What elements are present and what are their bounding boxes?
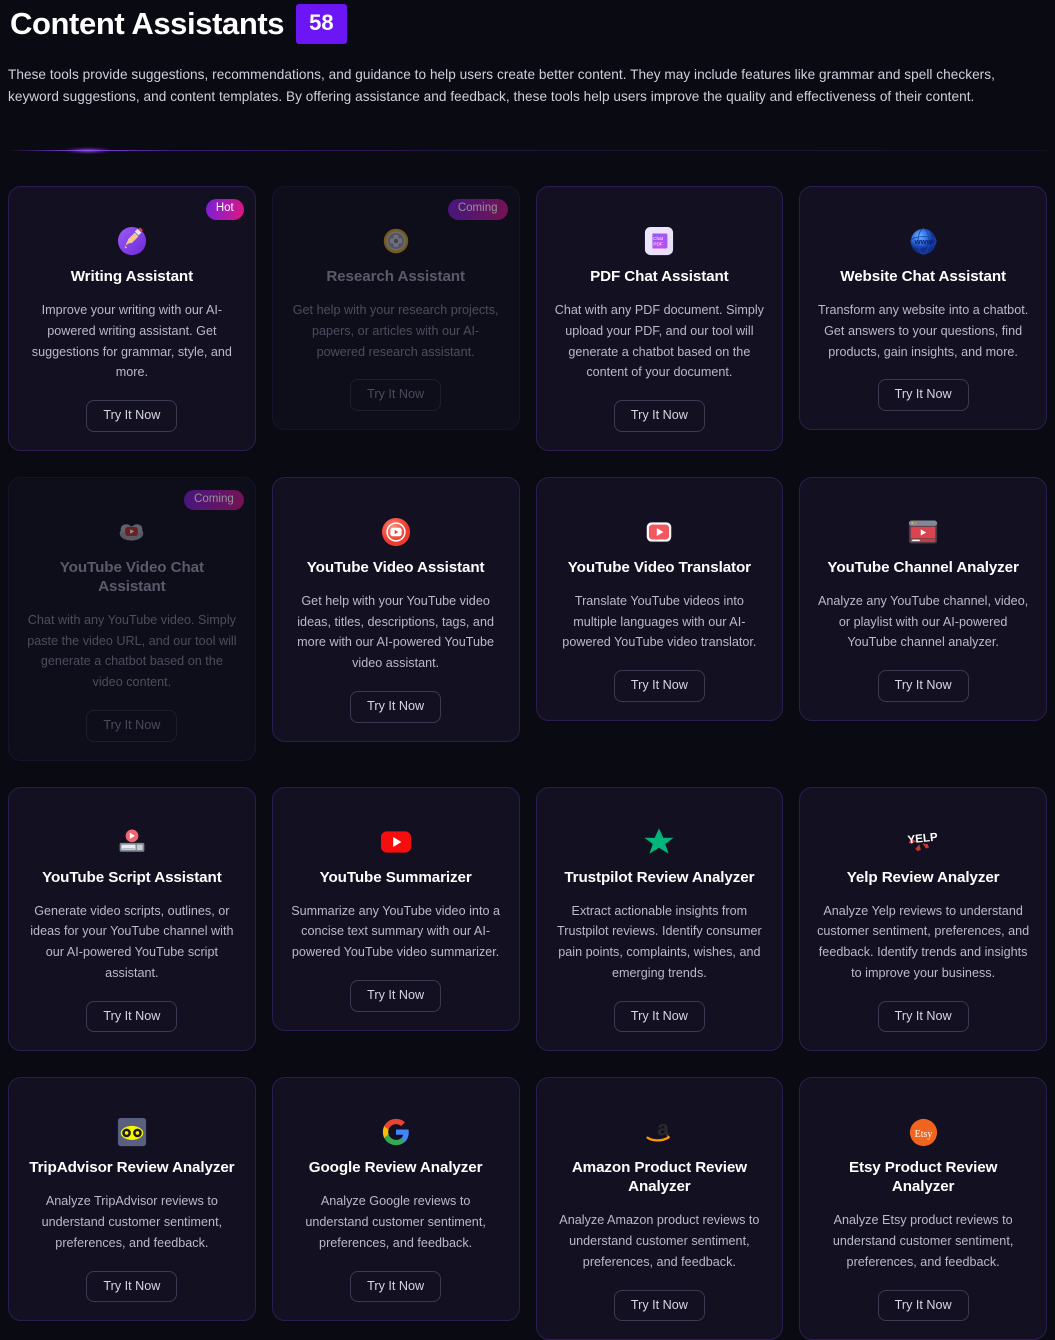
- card-description: Summarize any YouTube video into a conci…: [291, 903, 501, 960]
- tool-card[interactable]: a Amazon Product Review Analyzer Analyze A…: [535, 1077, 784, 1340]
- yelp-logo-icon: YELP: [907, 826, 939, 858]
- try-it-now-button[interactable]: Try It Now: [613, 1289, 705, 1322]
- card-description: Transform any website into a chatbot. Ge…: [817, 303, 1029, 359]
- tool-card[interactable]: Etsy Etsy Product Review Analyzer Analyze …: [799, 1077, 1047, 1340]
- tool-card[interactable]: YouTube Video Translator Translate YouTub…: [535, 476, 784, 721]
- card-badge-hot: Hot: [205, 199, 244, 220]
- card-title: YouTube Script Assistant: [42, 868, 222, 886]
- card-description: Analyze Amazon product reviews to unders…: [559, 1213, 760, 1269]
- try-it-now-button[interactable]: Try It Now: [877, 1000, 969, 1033]
- tool-card-grid: Hot Writing Assistant Improve your writing…: [8, 186, 1047, 1340]
- card-title: PDF Chat Assistant: [590, 268, 729, 285]
- card-description: Chat with any PDF document. Simply uploa…: [554, 303, 764, 380]
- card-title: Amazon Product Review Analyzer: [571, 1159, 747, 1196]
- card-description: Extract actionable insights from Trustpi…: [557, 903, 762, 980]
- try-it-now-button[interactable]: Try It Now: [877, 1289, 969, 1322]
- writing-hand-icon: [116, 225, 148, 257]
- tool-card[interactable]: Google Review Analyzer Analyze Google rev…: [271, 1077, 520, 1322]
- tool-card[interactable]: YouTube Summarizer Summarize any YouTube …: [271, 786, 520, 1031]
- youtube-cloud-icon: [116, 516, 148, 548]
- card-description: Translate YouTube videos into multiple l…: [562, 593, 757, 650]
- tool-card[interactable]: www Website Chat Assistant Transform any w…: [799, 186, 1047, 430]
- card-title: Yelp Review Analyzer: [846, 868, 1000, 886]
- card-title: Google Review Analyzer: [308, 1159, 483, 1177]
- tripadvisor-owl-icon: [116, 1116, 148, 1148]
- try-it-now-button[interactable]: Try It Now: [613, 400, 705, 432]
- card-title: YouTube Video Assistant: [306, 558, 485, 576]
- youtube-logo-icon: [380, 826, 412, 858]
- try-it-now-button[interactable]: Try It Now: [350, 1270, 442, 1303]
- tool-card[interactable]: YouTube Video Assistant Get help with you…: [271, 476, 520, 742]
- tool-card[interactable]: YELP Yelp Review Analyzer Analyze Yelp rev…: [799, 786, 1047, 1052]
- etsy-logo-icon: Etsy: [907, 1116, 939, 1148]
- tool-card[interactable]: Trustpilot Review Analyzer Extract action…: [535, 786, 784, 1052]
- youtube-circle-icon: [380, 516, 412, 548]
- card-description: Analyze Yelp reviews to understand custo…: [817, 903, 1030, 980]
- svg-text:www: www: [913, 237, 932, 246]
- tool-card[interactable]: YouTube Channel Analyzer Analyze any YouT…: [799, 476, 1047, 721]
- google-g-icon: [380, 1116, 412, 1148]
- card-title: TripAdvisor Review Analyzer: [29, 1159, 235, 1177]
- card-title: YouTube Summarizer: [319, 868, 472, 886]
- tool-card[interactable]: TripAdvisor Review Analyzer Analyze TripA…: [8, 1077, 256, 1322]
- try-it-now-button[interactable]: Try It Now: [86, 400, 178, 432]
- try-it-now-button[interactable]: Try It Now: [86, 1270, 178, 1303]
- chatpdf-icon: Chat PDF: [643, 225, 675, 257]
- tool-card[interactable]: Hot Writing Assistant Improve your writing…: [8, 186, 256, 451]
- tool-card[interactable]: Coming YouTube Video Chat Assistant Chat w…: [8, 476, 256, 761]
- card-description: Analyze Etsy product reviews to understa…: [832, 1213, 1014, 1269]
- try-it-now-button[interactable]: Try It Now: [86, 709, 178, 742]
- card-title: Website Chat Assistant: [840, 268, 1006, 285]
- tool-card[interactable]: Chat PDF PDF Chat Assistant Chat with any P…: [535, 186, 784, 451]
- research-medal-icon: [380, 225, 412, 257]
- video-window-icon: [907, 516, 939, 548]
- page-title: Content Assistants: [10, 6, 285, 41]
- card-description: Get help with your research projects, pa…: [292, 303, 499, 359]
- card-description: Improve your writing with our AI-powered…: [31, 303, 232, 380]
- try-it-now-button[interactable]: Try It Now: [350, 379, 442, 411]
- amazon-logo-icon: a: [643, 1116, 675, 1148]
- svg-text:Etsy: Etsy: [914, 1129, 932, 1140]
- try-it-now-button[interactable]: Try It Now: [350, 979, 442, 1012]
- try-it-now-button[interactable]: Try It Now: [613, 670, 705, 702]
- section-divider-wrap: [8, 128, 1047, 172]
- card-badge-coming: Coming: [184, 489, 244, 511]
- trustpilot-star-icon: [643, 826, 675, 858]
- card-title: Trustpilot Review Analyzer: [564, 868, 755, 886]
- youtube-play-icon: [643, 516, 675, 548]
- card-description: Generate video scripts, outlines, or ide…: [30, 903, 234, 980]
- section-divider: [8, 149, 1047, 151]
- card-title: YouTube Channel Analyzer: [827, 558, 1019, 576]
- card-description: Analyze Google reviews to understand cus…: [305, 1194, 486, 1250]
- page-header: Content Assistants 58: [8, 0, 1047, 46]
- page-root: Content Assistants 58 These tools provid…: [0, 0, 1055, 1340]
- card-title: YouTube Video Translator: [567, 558, 751, 576]
- try-it-now-button[interactable]: Try It Now: [877, 670, 969, 702]
- svg-text:Chat: Chat: [654, 236, 665, 241]
- card-title: Etsy Product Review Analyzer: [848, 1159, 998, 1196]
- www-globe-icon: www: [907, 225, 939, 257]
- card-description: Get help with your YouTube video ideas, …: [297, 593, 495, 671]
- card-badge-coming: Coming: [447, 199, 508, 220]
- try-it-now-button[interactable]: Try It Now: [86, 1000, 178, 1033]
- card-title: YouTube Video Chat Assistant: [59, 558, 204, 595]
- card-title: Research Assistant: [326, 268, 465, 285]
- tool-card[interactable]: Coming Research Assistant Get help with yo…: [271, 186, 520, 430]
- try-it-now-button[interactable]: Try It Now: [350, 690, 442, 723]
- script-player-icon: [116, 826, 148, 858]
- card-title: Writing Assistant: [70, 268, 194, 285]
- card-description: Analyze any YouTube channel, video, or p…: [817, 593, 1029, 650]
- card-description: Chat with any YouTube video. Simply past…: [27, 612, 237, 690]
- try-it-now-button[interactable]: Try It Now: [613, 1000, 705, 1033]
- svg-text:YELP: YELP: [907, 831, 939, 846]
- page-description: These tools provide suggestions, recomme…: [8, 67, 995, 104]
- try-it-now-button[interactable]: Try It Now: [877, 379, 969, 411]
- card-description: Analyze TripAdvisor reviews to understan…: [41, 1194, 223, 1250]
- svg-text:PDF: PDF: [654, 242, 663, 247]
- tool-count-badge: 58: [296, 4, 347, 44]
- tool-card[interactable]: YouTube Script Assistant Generate video s…: [8, 786, 256, 1052]
